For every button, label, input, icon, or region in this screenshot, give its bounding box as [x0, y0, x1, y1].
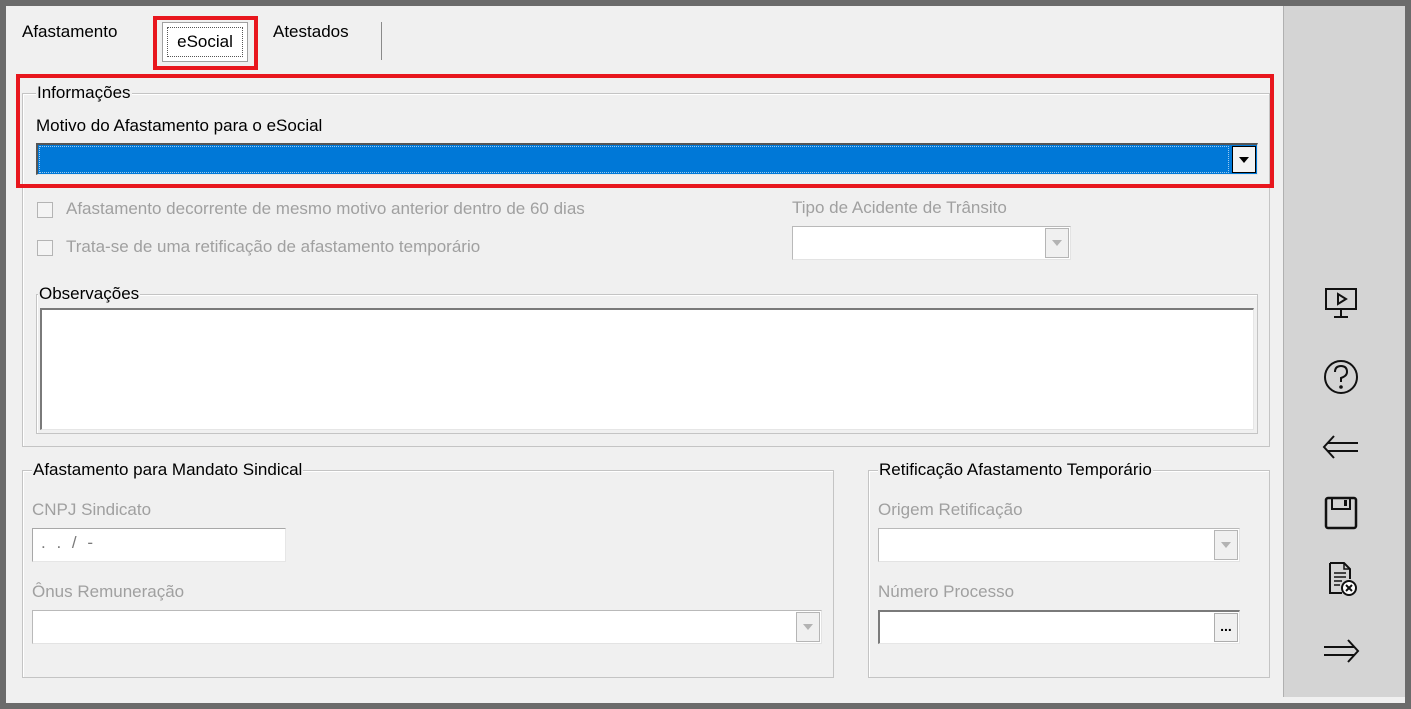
chevron-down-icon: [803, 624, 813, 630]
tab-atestados[interactable]: Atestados: [273, 22, 349, 42]
origem-label: Origem Retificação: [878, 500, 1023, 519]
forward-arrow-icon[interactable]: [1318, 628, 1364, 674]
presentation-screen-icon[interactable]: [1318, 280, 1364, 326]
checkbox-mesmo-motivo[interactable]: [37, 202, 53, 218]
tab-divider: [381, 22, 382, 60]
tipo-acidente-dropdown-button[interactable]: [1045, 228, 1069, 258]
chevron-down-icon: [1052, 240, 1062, 246]
cnpj-label: CNPJ Sindicato: [32, 500, 152, 519]
ellipsis-icon: ...: [1220, 617, 1232, 634]
onus-dropdown-button[interactable]: [796, 612, 820, 642]
checkbox-mesmo-motivo-label: Afastamento decorrente de mesmo motivo a…: [66, 199, 585, 218]
chevron-down-icon: [1221, 542, 1231, 548]
tipo-acidente-select[interactable]: [792, 226, 1071, 260]
checkbox-retificacao[interactable]: [37, 240, 53, 256]
tipo-acidente-label: Tipo de Acidente de Trânsito: [792, 198, 1007, 217]
observacoes-title: Observações: [38, 284, 141, 303]
ellipsis-button[interactable]: ...: [1214, 613, 1238, 642]
save-icon[interactable]: [1318, 490, 1364, 536]
numero-processo-label: Número Processo: [878, 582, 1015, 601]
back-arrow-icon[interactable]: [1318, 424, 1364, 470]
retificacao-title: Retificação Afastamento Temporário: [878, 460, 1153, 479]
highlight-box-tab: [153, 16, 258, 70]
cancel-document-icon[interactable]: [1318, 556, 1364, 602]
origem-dropdown-button[interactable]: [1214, 530, 1238, 560]
onus-label: Ônus Remuneração: [32, 582, 185, 601]
help-icon[interactable]: [1318, 354, 1364, 400]
highlight-box-informacoes: [16, 74, 1274, 188]
mandato-title: Afastamento para Mandato Sindical: [32, 460, 304, 479]
cnpj-input[interactable]: . . / -: [32, 528, 286, 562]
numero-processo-input[interactable]: ...: [878, 610, 1240, 644]
tab-afastamento[interactable]: Afastamento: [22, 22, 117, 42]
observacoes-textarea[interactable]: [40, 308, 1254, 430]
origem-select[interactable]: [878, 528, 1240, 562]
onus-select[interactable]: [32, 610, 822, 644]
checkbox-retificacao-label: Trata-se de uma retificação de afastamen…: [66, 237, 481, 256]
